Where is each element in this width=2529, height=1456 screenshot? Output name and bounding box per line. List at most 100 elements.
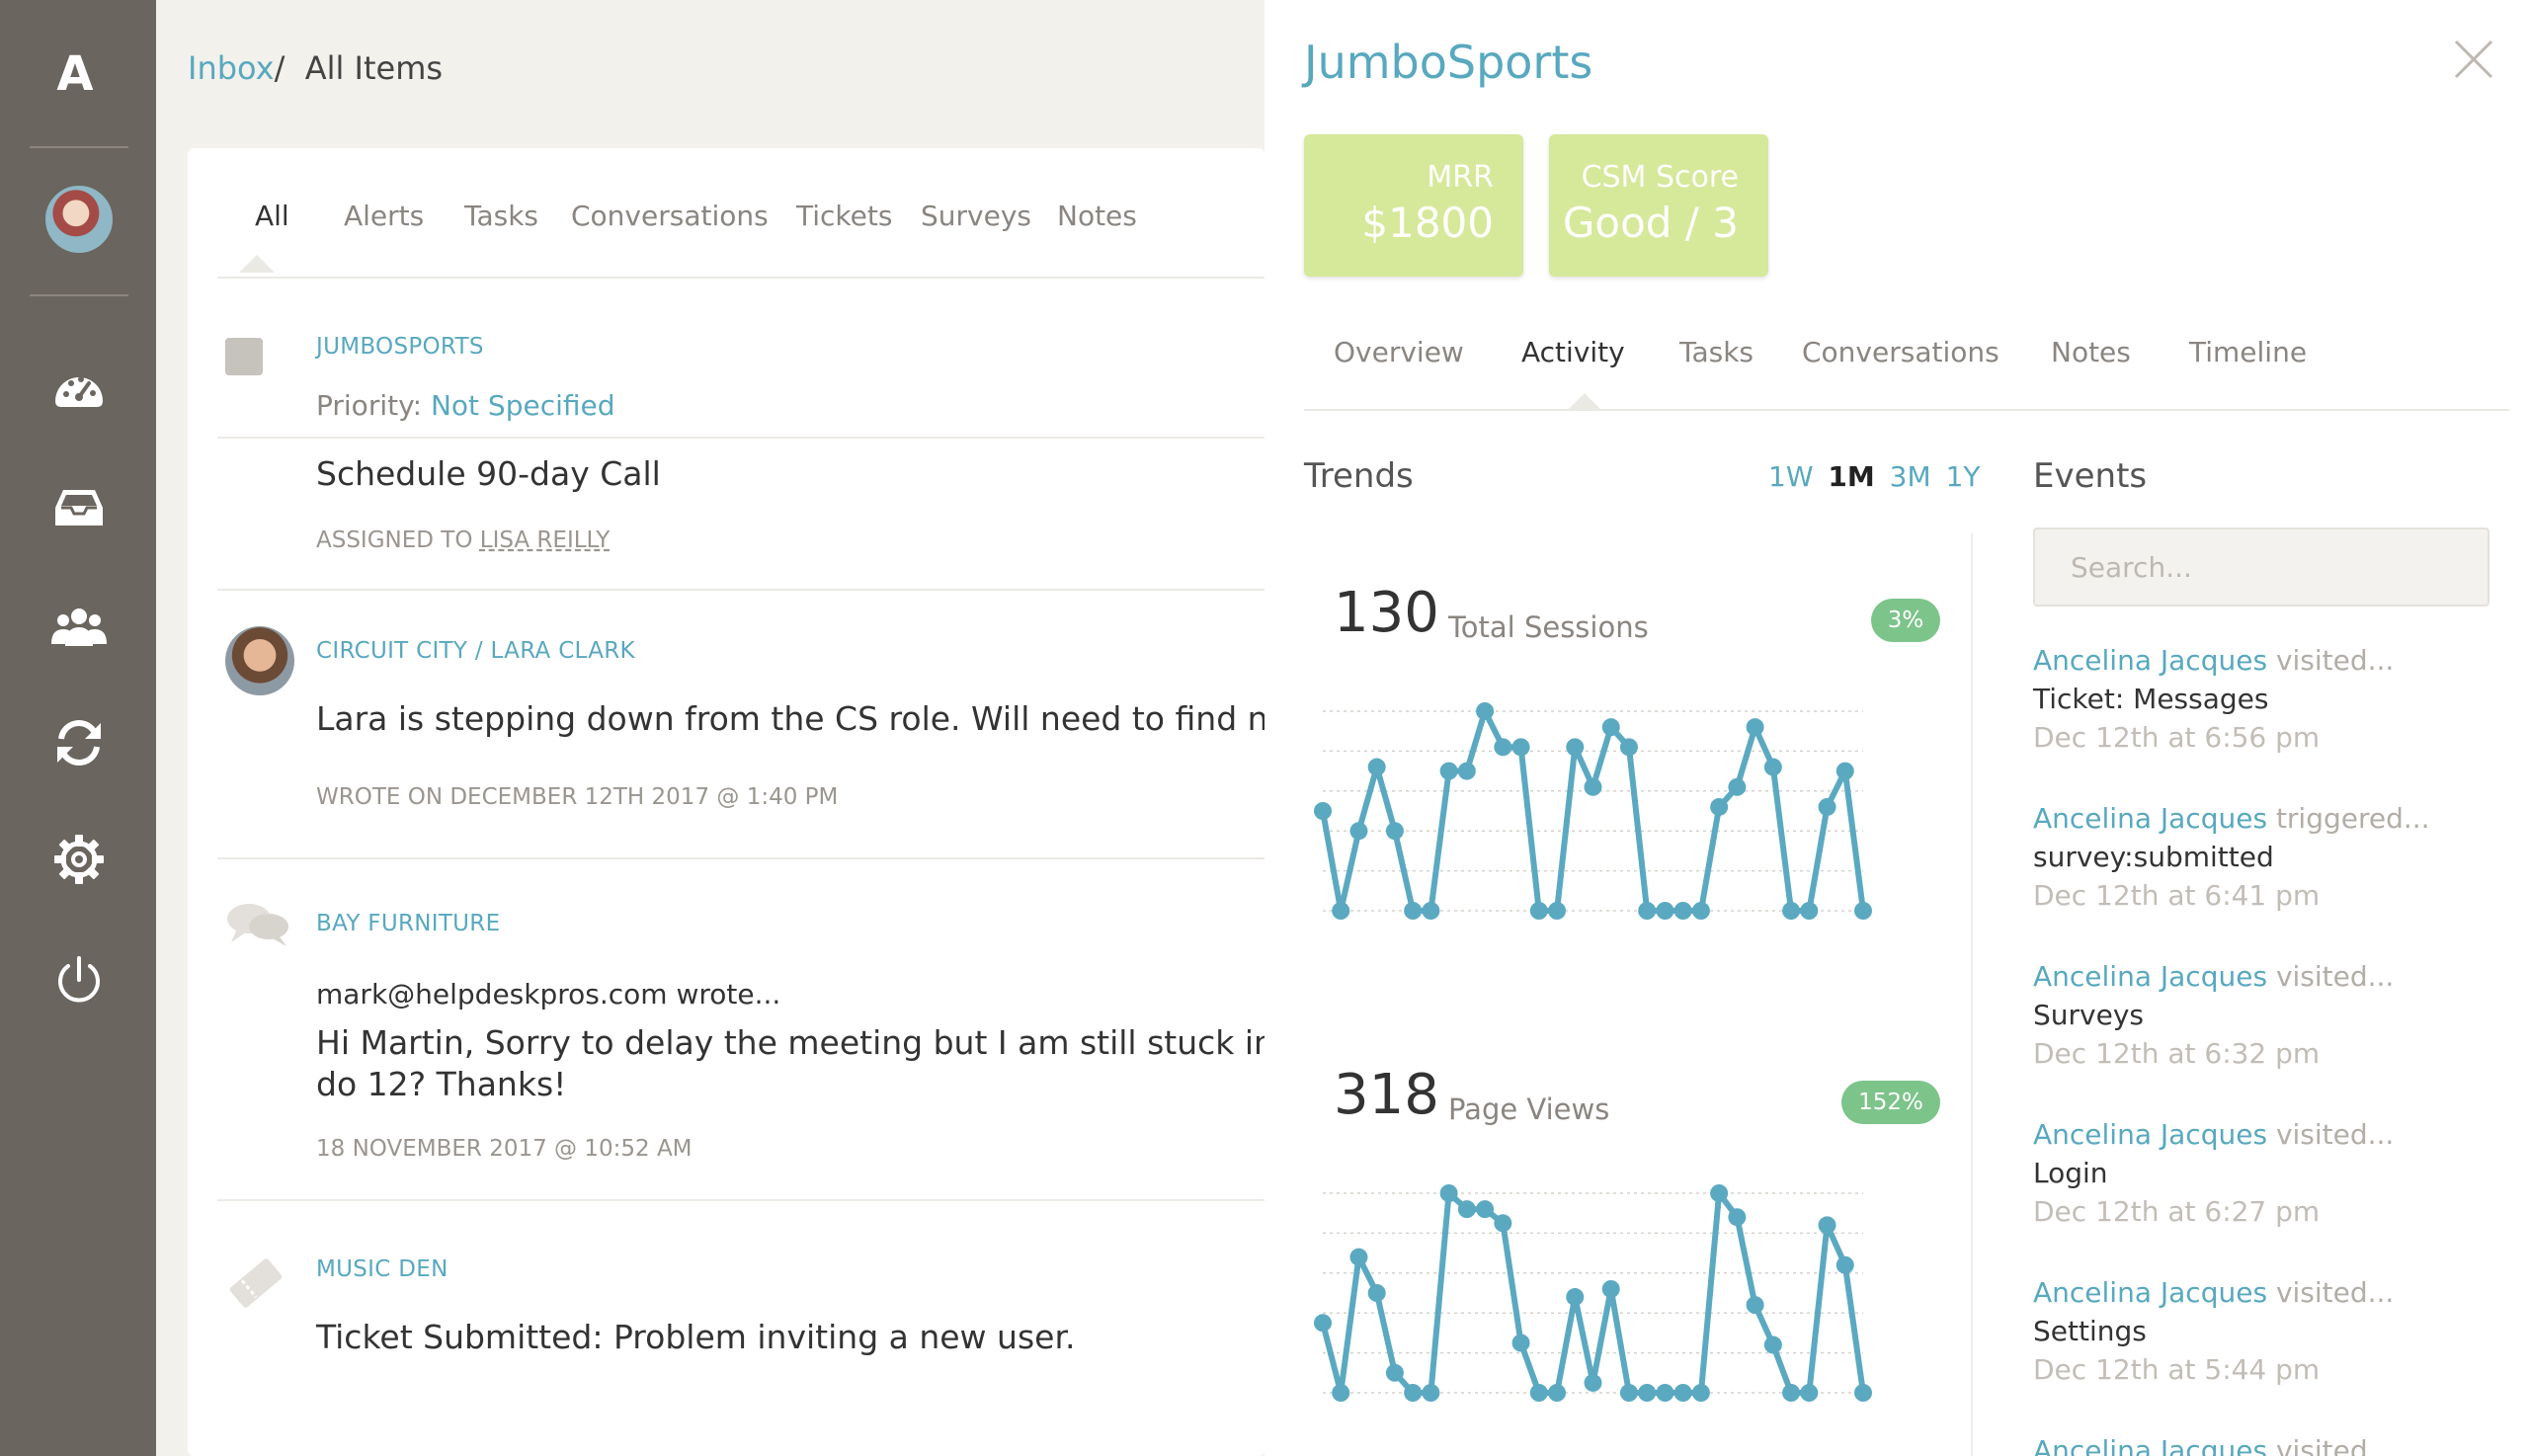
event-item[interactable]: Ancelina Jacques visited... Ticket: Mess… [2033,644,2507,754]
range-1m[interactable]: 1M [1828,460,1874,493]
feed-item-conversation[interactable]: BAY FURNITURE mark@helpdeskpros.com wrot… [217,859,1264,1201]
data-point[interactable] [1763,1335,1782,1354]
feed-item-note[interactable]: CIRCUIT CITY / LARA CLARK Lara is steppi… [217,589,1264,859]
tab-tickets[interactable]: Tickets [796,200,892,232]
tab-conversations[interactable]: Conversations [571,200,769,232]
data-point[interactable] [1836,1255,1854,1274]
tab-all[interactable]: All [255,200,289,232]
range-1y[interactable]: 1Y [1946,460,1981,493]
event-item[interactable]: Ancelina Jacques visited... Surveys Dec … [2033,960,2507,1070]
data-point[interactable] [1619,1384,1638,1402]
data-point[interactable] [1584,777,1602,796]
data-point[interactable] [1476,702,1495,720]
feed-org[interactable]: JUMBOSPORTS [316,334,484,360]
event-actor-link[interactable]: Ancelina Jacques [2033,802,2267,835]
feed-item-task[interactable]: JUMBOSPORTS Priority: Not Specified Sche… [217,294,1264,553]
data-point[interactable] [1638,902,1657,920]
data-point[interactable] [1511,1334,1530,1352]
tab-tasks[interactable]: Tasks [1679,336,1754,368]
event-item[interactable]: Ancelina Jacques visited... Login Dec 12… [2033,1118,2507,1228]
data-point[interactable] [1566,738,1585,757]
data-point[interactable] [1422,902,1440,920]
data-point[interactable] [1439,1184,1458,1202]
data-point[interactable] [1656,1384,1674,1402]
data-point[interactable] [1332,902,1350,920]
data-point[interactable] [1385,1363,1404,1382]
tab-notes[interactable]: Notes [1057,200,1137,232]
range-3m[interactable]: 3M [1890,460,1931,493]
data-point[interactable] [1601,718,1620,737]
data-point[interactable] [1404,902,1423,920]
data-point[interactable] [1584,1373,1602,1392]
data-point[interactable] [1511,738,1530,757]
event-item[interactable]: Ancelina Jacques visited... [2033,1434,2507,1456]
tab-activity[interactable]: Activity [1521,336,1625,368]
event-actor-link[interactable]: Ancelina Jacques [2033,1118,2267,1151]
data-point[interactable] [1494,738,1512,757]
data-point[interactable] [1404,1384,1423,1402]
data-point[interactable] [1494,1214,1512,1233]
contact-avatar[interactable] [225,626,294,695]
data-point[interactable] [1439,762,1458,780]
user-avatar[interactable] [45,186,113,253]
data-point[interactable] [1457,1200,1476,1219]
tab-tasks[interactable]: Tasks [464,200,538,232]
data-point[interactable] [1349,1248,1368,1266]
data-point[interactable] [1385,822,1404,841]
data-point[interactable] [1800,902,1819,920]
event-actor-link[interactable]: Ancelina Jacques [2033,960,2267,993]
data-point[interactable] [1854,1384,1872,1402]
tab-overview[interactable]: Overview [1334,336,1464,368]
inbox-icon[interactable] [49,478,109,537]
data-point[interactable] [1566,1288,1585,1307]
data-point[interactable] [1601,1279,1620,1298]
tab-conversations[interactable]: Conversations [1802,336,1999,368]
data-point[interactable] [1422,1384,1440,1402]
data-point[interactable] [1457,762,1476,780]
event-actor-link[interactable]: Ancelina Jacques [2033,1276,2267,1309]
data-point[interactable] [1476,1200,1495,1219]
close-icon[interactable] [2450,36,2497,83]
data-point[interactable] [1529,902,1548,920]
data-point[interactable] [1818,1216,1836,1235]
power-icon[interactable] [49,950,109,1010]
app-logo[interactable]: A [51,49,99,99]
data-point[interactable] [1746,1296,1764,1315]
task-checkbox[interactable] [225,338,263,375]
data-point[interactable] [1314,802,1332,820]
data-point[interactable] [1367,758,1386,776]
range-1w[interactable]: 1W [1768,460,1814,493]
tab-alerts[interactable]: Alerts [344,200,424,232]
feed-item-ticket[interactable]: MUSIC DEN Ticket Submitted: Problem invi… [217,1201,1264,1456]
data-point[interactable] [1836,762,1854,780]
data-point[interactable] [1818,797,1836,816]
event-item[interactable]: Ancelina Jacques triggered... survey:sub… [2033,802,2507,912]
tab-notes[interactable]: Notes [2051,336,2131,368]
data-point[interactable] [1782,1384,1801,1402]
settings-icon[interactable] [49,830,109,889]
data-point[interactable] [1746,718,1764,737]
data-point[interactable] [1763,758,1782,776]
breadcrumb-inbox-link[interactable]: Inbox [188,49,275,87]
event-actor-link[interactable]: Ancelina Jacques [2033,644,2267,677]
feed-org[interactable]: MUSIC DEN [316,1256,449,1282]
data-point[interactable] [1656,902,1674,920]
tab-timeline[interactable]: Timeline [2189,336,2307,368]
data-point[interactable] [1548,902,1567,920]
sync-icon[interactable] [49,713,109,772]
users-icon[interactable] [49,597,109,656]
data-point[interactable] [1673,902,1692,920]
feed-org[interactable]: BAY FURNITURE [316,911,500,936]
data-point[interactable] [1349,822,1368,841]
data-point[interactable] [1710,1184,1729,1202]
event-item[interactable]: Ancelina Jacques visited... Settings Dec… [2033,1276,2507,1386]
data-point[interactable] [1800,1384,1819,1402]
data-point[interactable] [1854,902,1872,920]
data-point[interactable] [1691,902,1710,920]
data-point[interactable] [1728,1208,1747,1227]
feed-org[interactable]: CIRCUIT CITY / LARA CLARK [316,638,635,664]
assignee-link[interactable]: LISA REILLY [480,527,611,553]
tab-surveys[interactable]: Surveys [921,200,1031,232]
data-point[interactable] [1548,1384,1567,1402]
data-point[interactable] [1710,797,1729,816]
